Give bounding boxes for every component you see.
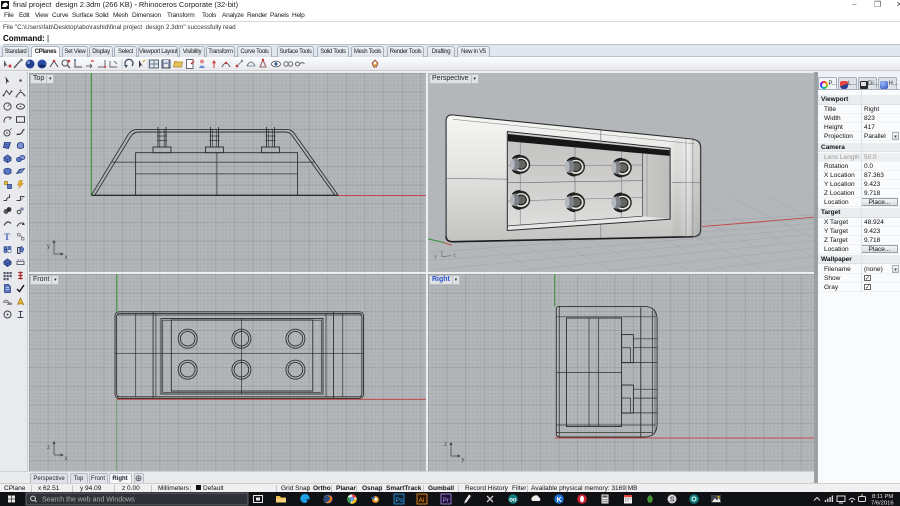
svg-text:T: T <box>4 232 10 242</box>
svg-text:x: x <box>453 253 456 259</box>
svg-text:y: y <box>434 254 437 260</box>
svg-text:y: y <box>462 457 465 463</box>
svg-text:y: y <box>47 244 50 250</box>
svg-text:Ai: Ai <box>419 497 425 504</box>
svg-text:x: x <box>65 456 68 462</box>
svg-text:8:11 PM: 8:11 PM <box>872 494 893 500</box>
svg-text:oo: oo <box>509 497 517 503</box>
svg-text:Pr: Pr <box>443 497 450 504</box>
svg-text:z: z <box>444 442 447 448</box>
svg-text:S: S <box>670 497 675 504</box>
svg-text:x: x <box>65 255 68 261</box>
svg-text:Ps: Ps <box>396 497 404 504</box>
svg-text:7/6/2016: 7/6/2016 <box>871 501 894 506</box>
svg-text:K: K <box>557 495 563 504</box>
svg-text:Search the web and Windows: Search the web and Windows <box>42 497 135 504</box>
svg-text:z: z <box>47 445 50 451</box>
